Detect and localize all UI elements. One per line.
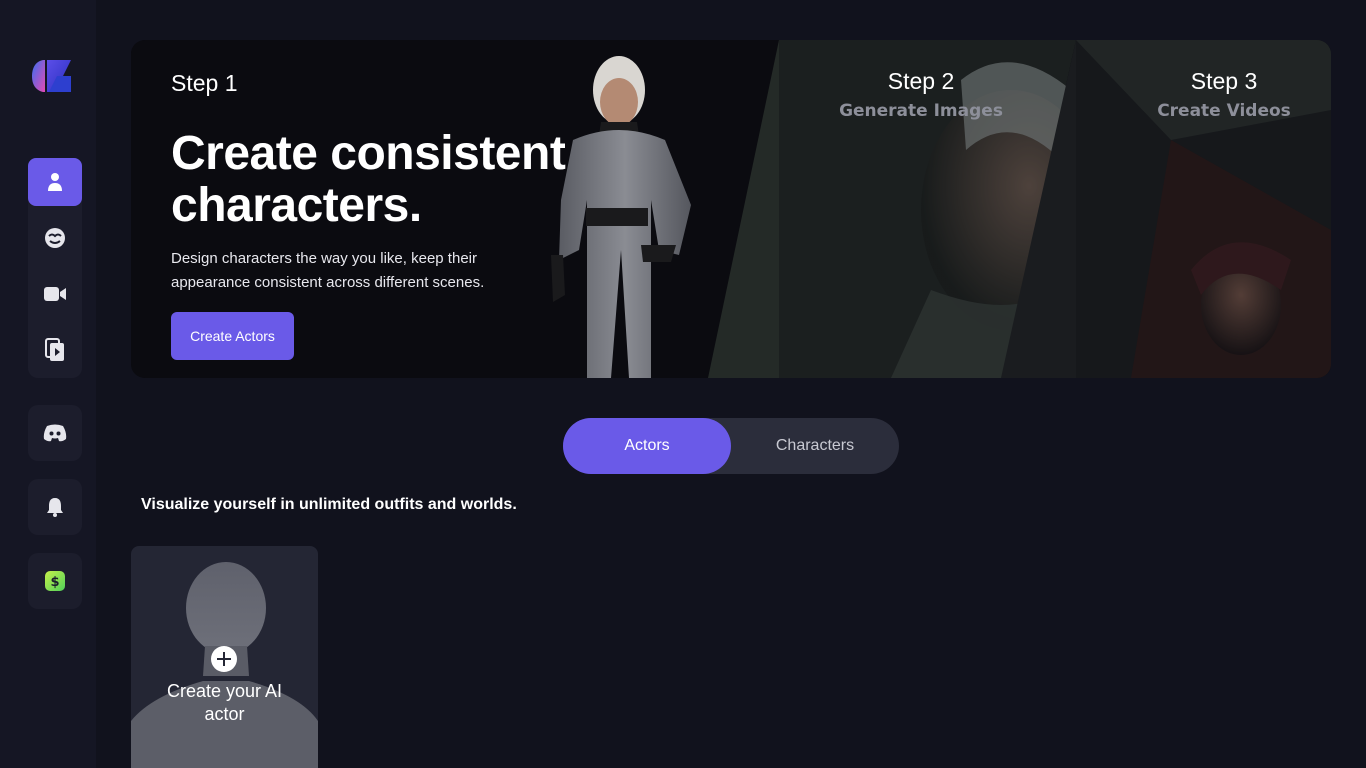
sidebar: $	[0, 0, 96, 768]
nav-videos[interactable]	[28, 270, 82, 318]
media-copy-icon	[45, 338, 65, 362]
bell-icon	[46, 497, 64, 517]
pricing-button[interactable]: $	[28, 553, 82, 609]
nav-actors[interactable]	[28, 158, 82, 206]
create-actors-button[interactable]: Create Actors	[171, 312, 294, 360]
notifications-button[interactable]	[28, 479, 82, 535]
step2-description: Generate Images	[839, 101, 1003, 121]
person-icon	[46, 172, 64, 192]
plus-icon	[211, 646, 237, 672]
video-camera-icon	[44, 286, 66, 302]
tab-characters[interactable]: Characters	[731, 418, 899, 474]
tab-actors[interactable]: Actors	[563, 418, 731, 474]
step2-block: Step 2 Generate Images	[831, 68, 1011, 121]
step1-label: Step 1	[171, 70, 238, 96]
face-icon	[44, 227, 66, 249]
main-nav	[28, 158, 82, 378]
hero-banner: Step 1 Create consistent characters. Des…	[131, 40, 1331, 378]
discord-button[interactable]	[28, 405, 82, 461]
create-actor-label: Create your AI actor	[166, 681, 283, 724]
brand-logo[interactable]	[31, 58, 73, 94]
hero-title: Create consistent characters.	[171, 127, 566, 232]
nav-library[interactable]	[28, 326, 82, 374]
step3-block: Step 3 Create Videos	[1134, 68, 1314, 121]
dollar-icon: $	[44, 570, 66, 592]
discord-icon	[43, 424, 67, 442]
hero-description: Design characters the way you like, keep…	[171, 250, 485, 291]
nav-characters[interactable]	[28, 214, 82, 262]
step3-label: Step 3	[1190, 68, 1258, 94]
step3-description: Create Videos	[1157, 101, 1291, 121]
create-actor-card[interactable]: Create your AI actor	[131, 546, 318, 768]
section-subtitle: Visualize yourself in unlimited outfits …	[141, 496, 517, 513]
step2-label: Step 2	[887, 68, 955, 94]
actor-tabs: Actors Characters	[563, 418, 899, 474]
svg-text:$: $	[50, 575, 59, 590]
